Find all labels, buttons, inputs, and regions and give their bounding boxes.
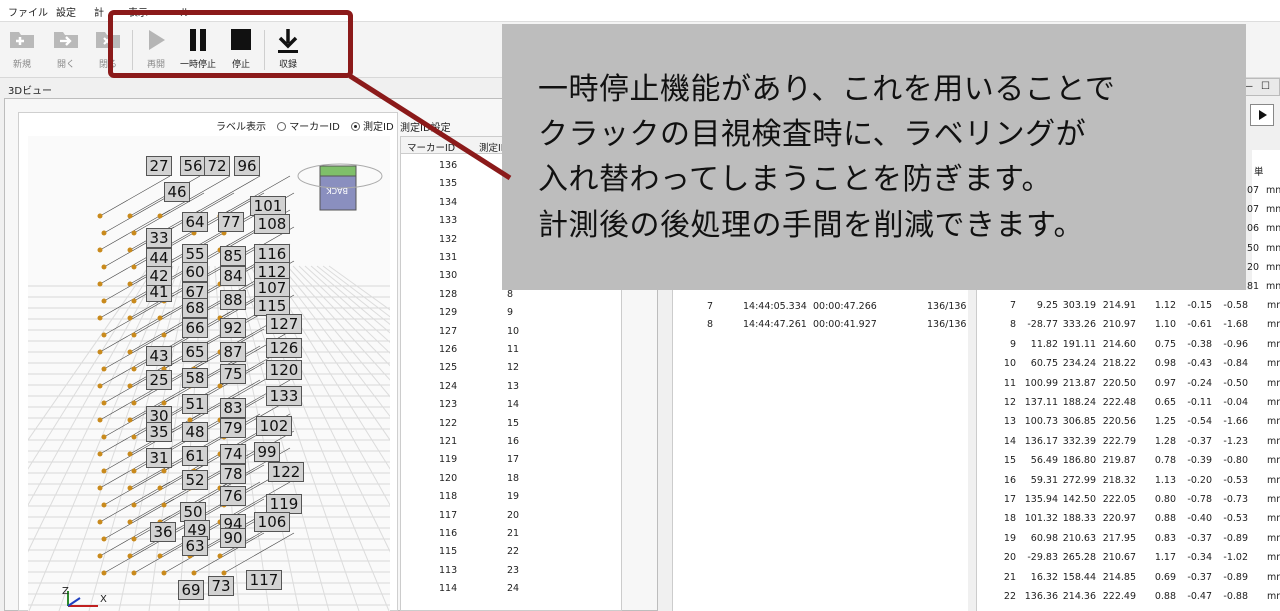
- app-window: ファイル 設定 計 表示 ル 新規 開く 閉る 再開 一時停止 停止 収録 3D…: [0, 0, 1280, 611]
- highlight-box: [108, 10, 353, 78]
- highlight-pointer-line: [348, 73, 512, 181]
- highlight-pointer-overlay: [348, 73, 512, 181]
